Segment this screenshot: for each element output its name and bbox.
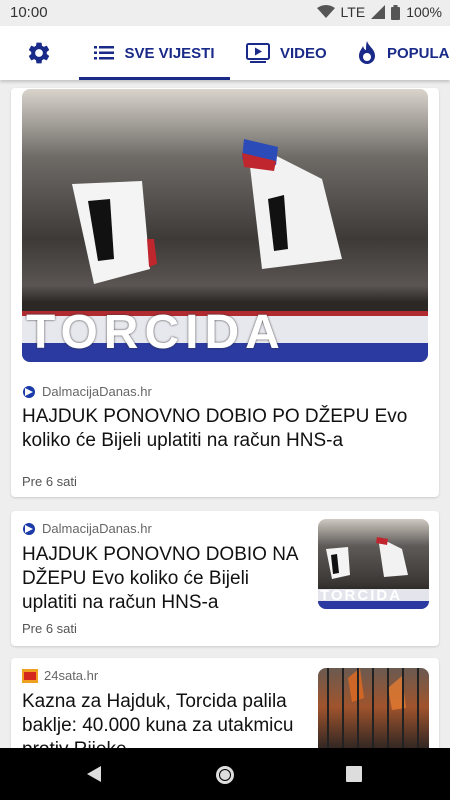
source-name: 24sata.hr [44,668,99,683]
list-icon [94,46,115,60]
24sata-logo [22,668,38,683]
source-name: DalmacijaDanas.hr [42,384,152,399]
wifi-icon [316,5,335,18]
article-image[interactable]: TORCIDA [22,89,428,362]
status-time: 10:00 [10,4,48,21]
status-bar: 10:00 LTE 100% [0,0,450,26]
back-icon[interactable] [86,765,102,783]
article-title[interactable]: HAJDUK PONOVNO DOBIO NA DŽEPU Evo koliko… [22,543,302,615]
article-title[interactable]: HAJDUK PONOVNO DOBIO PO DŽEPU Evo koliko… [22,405,422,453]
article-source: DalmacijaDanas.hr [22,384,152,399]
dalmacija-danas-logo [23,385,35,398]
video-play-icon [246,43,270,63]
source-name: DalmacijaDanas.hr [42,521,152,536]
article-source: DalmacijaDanas.hr [22,521,152,536]
banner-text: TORCIDA [26,306,286,359]
gear-icon[interactable] [26,40,52,66]
article-title[interactable]: Kazna za Hajduk, Torcida palila baklje: … [22,690,302,748]
home-icon[interactable] [214,764,236,786]
article-card[interactable]: TORCIDA DalmacijaDanas.hr HAJDUK PONOVNO… [11,88,439,497]
network-type: LTE [340,4,366,20]
recents-icon[interactable] [346,766,362,782]
article-source: 24sata.hr [22,668,98,683]
status-right: LTE 100% [316,4,442,20]
system-nav-bar [0,748,450,800]
article-thumbnail[interactable] [318,668,429,748]
signal-icon [371,5,386,19]
dalmacija-danas-logo [23,522,35,535]
app-bar: SVE VIJESTI VIDEO POPULA [0,26,450,80]
article-thumbnail[interactable]: TORCIDA [318,519,429,609]
battery-level: 100% [406,4,442,20]
banner-text: TORCIDA [320,587,403,604]
article-card[interactable]: 24sata.hr Kazna za Hajduk, Torcida palil… [11,658,439,748]
news-feed[interactable]: TORCIDA DalmacijaDanas.hr HAJDUK PONOVNO… [0,80,450,748]
tab-popular[interactable]: POPULA [357,26,450,80]
article-card[interactable]: DalmacijaDanas.hr HAJDUK PONOVNO DOBIO N… [11,511,439,646]
tab-video[interactable]: VIDEO [246,26,327,80]
tab-label: POPULA [387,44,450,62]
flame-icon [359,41,375,64]
battery-icon [391,4,401,20]
article-time: Pre 6 sati [22,474,77,489]
article-time: Pre 6 sati [22,621,77,636]
tab-label: SVE VIJESTI [124,44,215,62]
tab-label: VIDEO [280,44,327,62]
tab-sve-vijesti[interactable]: SVE VIJESTI [79,26,230,80]
